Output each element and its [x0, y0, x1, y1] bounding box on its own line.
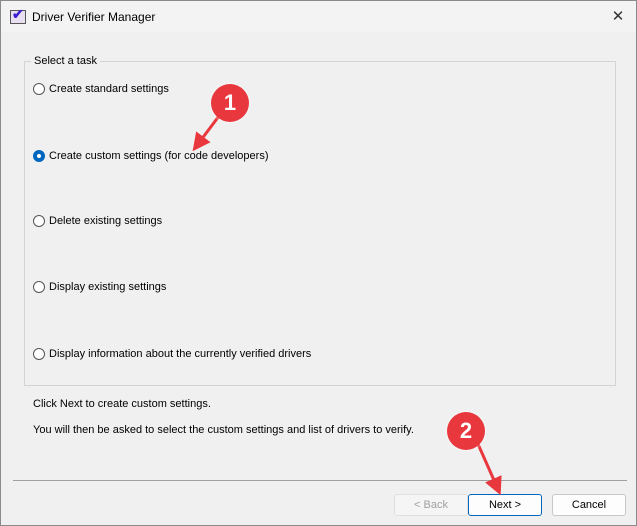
annotation-badge-2: 2 — [447, 412, 485, 450]
annotation-arrows — [192, 111, 502, 496]
arrow-2 — [476, 443, 502, 496]
annotation-badge-1: 1 — [211, 84, 249, 122]
